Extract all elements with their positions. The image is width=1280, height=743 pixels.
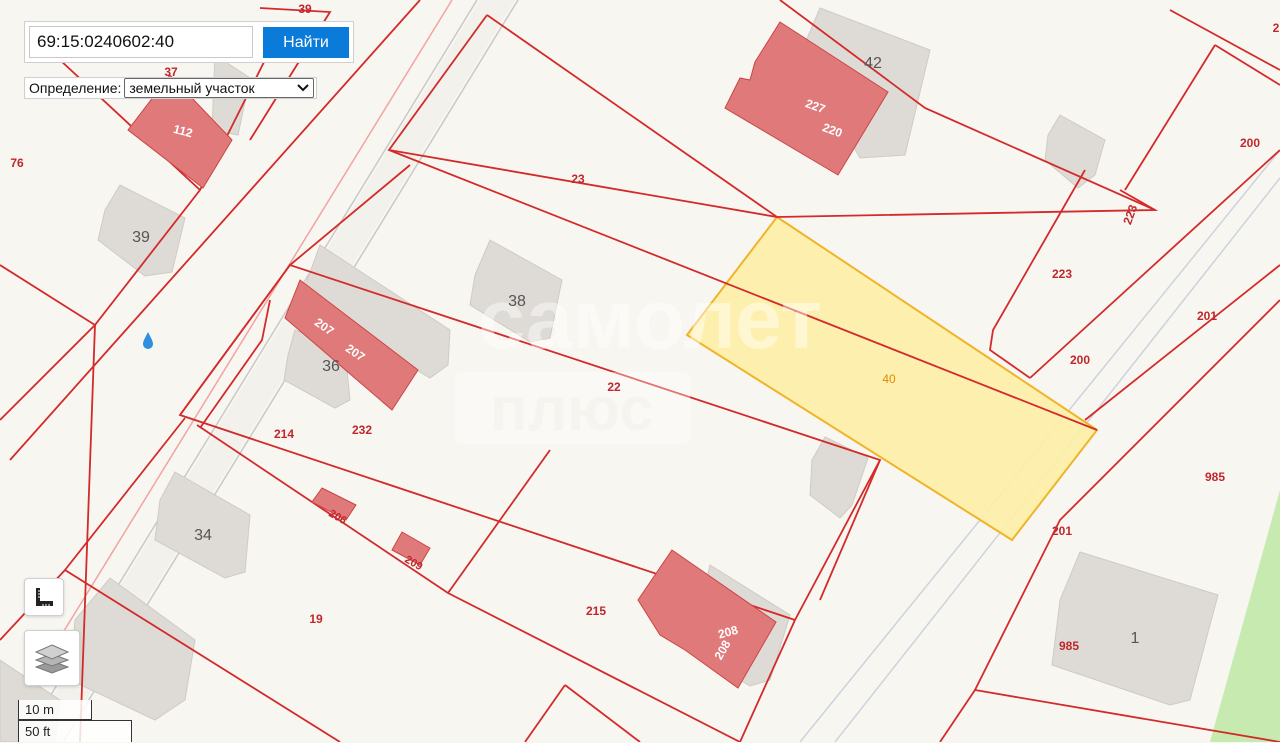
watermark-text: самолет: [478, 272, 822, 366]
parcel-label: 76: [10, 156, 24, 170]
layers-icon: [34, 644, 70, 674]
ruler-button[interactable]: [24, 578, 64, 616]
house-number: 1: [1131, 630, 1140, 647]
parcel-label: 214: [274, 427, 294, 441]
definition-label: Определение:: [29, 80, 122, 96]
search-button[interactable]: Найти: [263, 27, 349, 58]
definition-select[interactable]: земельный участок: [124, 78, 315, 98]
parcel-label: 223: [1052, 267, 1072, 281]
cadastral-map[interactable]: самолет плюс 23 22 19 215 214 232 223 2 2…: [0, 0, 1280, 742]
house-number: 39: [132, 229, 150, 246]
parcel-label: 200: [1240, 136, 1260, 150]
selected-parcel-label: 40: [882, 372, 896, 386]
scale-meters: 10 m: [18, 700, 92, 720]
parcel-label: 2: [1273, 21, 1280, 35]
watermark-text: плюс: [490, 375, 653, 444]
scale-feet: 50 ft: [18, 720, 132, 742]
search-input[interactable]: [29, 26, 253, 58]
house-number: 34: [194, 527, 212, 544]
parcel-label: 985: [1059, 639, 1079, 653]
ruler-icon: [36, 588, 53, 606]
parcel-label: 985: [1205, 470, 1225, 484]
house-number: 42: [864, 55, 882, 72]
parcel-label: 23: [571, 172, 585, 186]
parcel-label: 215: [586, 604, 606, 618]
house-number: 38: [508, 293, 526, 310]
parcel-label: 201: [1197, 309, 1217, 323]
parcel-label: 201: [1052, 524, 1072, 538]
parcel-label: 19: [309, 612, 323, 626]
search-panel: Найти: [24, 21, 354, 63]
parcel-label: 200: [1070, 353, 1090, 367]
definition-row: Определение: земельный участок: [24, 77, 318, 99]
parcel-label: 22: [607, 380, 621, 394]
house-number: 36: [322, 358, 340, 375]
parcel-label: 39: [298, 2, 312, 16]
parcel-label: 232: [352, 423, 372, 437]
definition-select-value: земельный участок: [129, 80, 255, 96]
layers-button[interactable]: [24, 630, 80, 686]
chevron-down-icon: [297, 84, 310, 92]
